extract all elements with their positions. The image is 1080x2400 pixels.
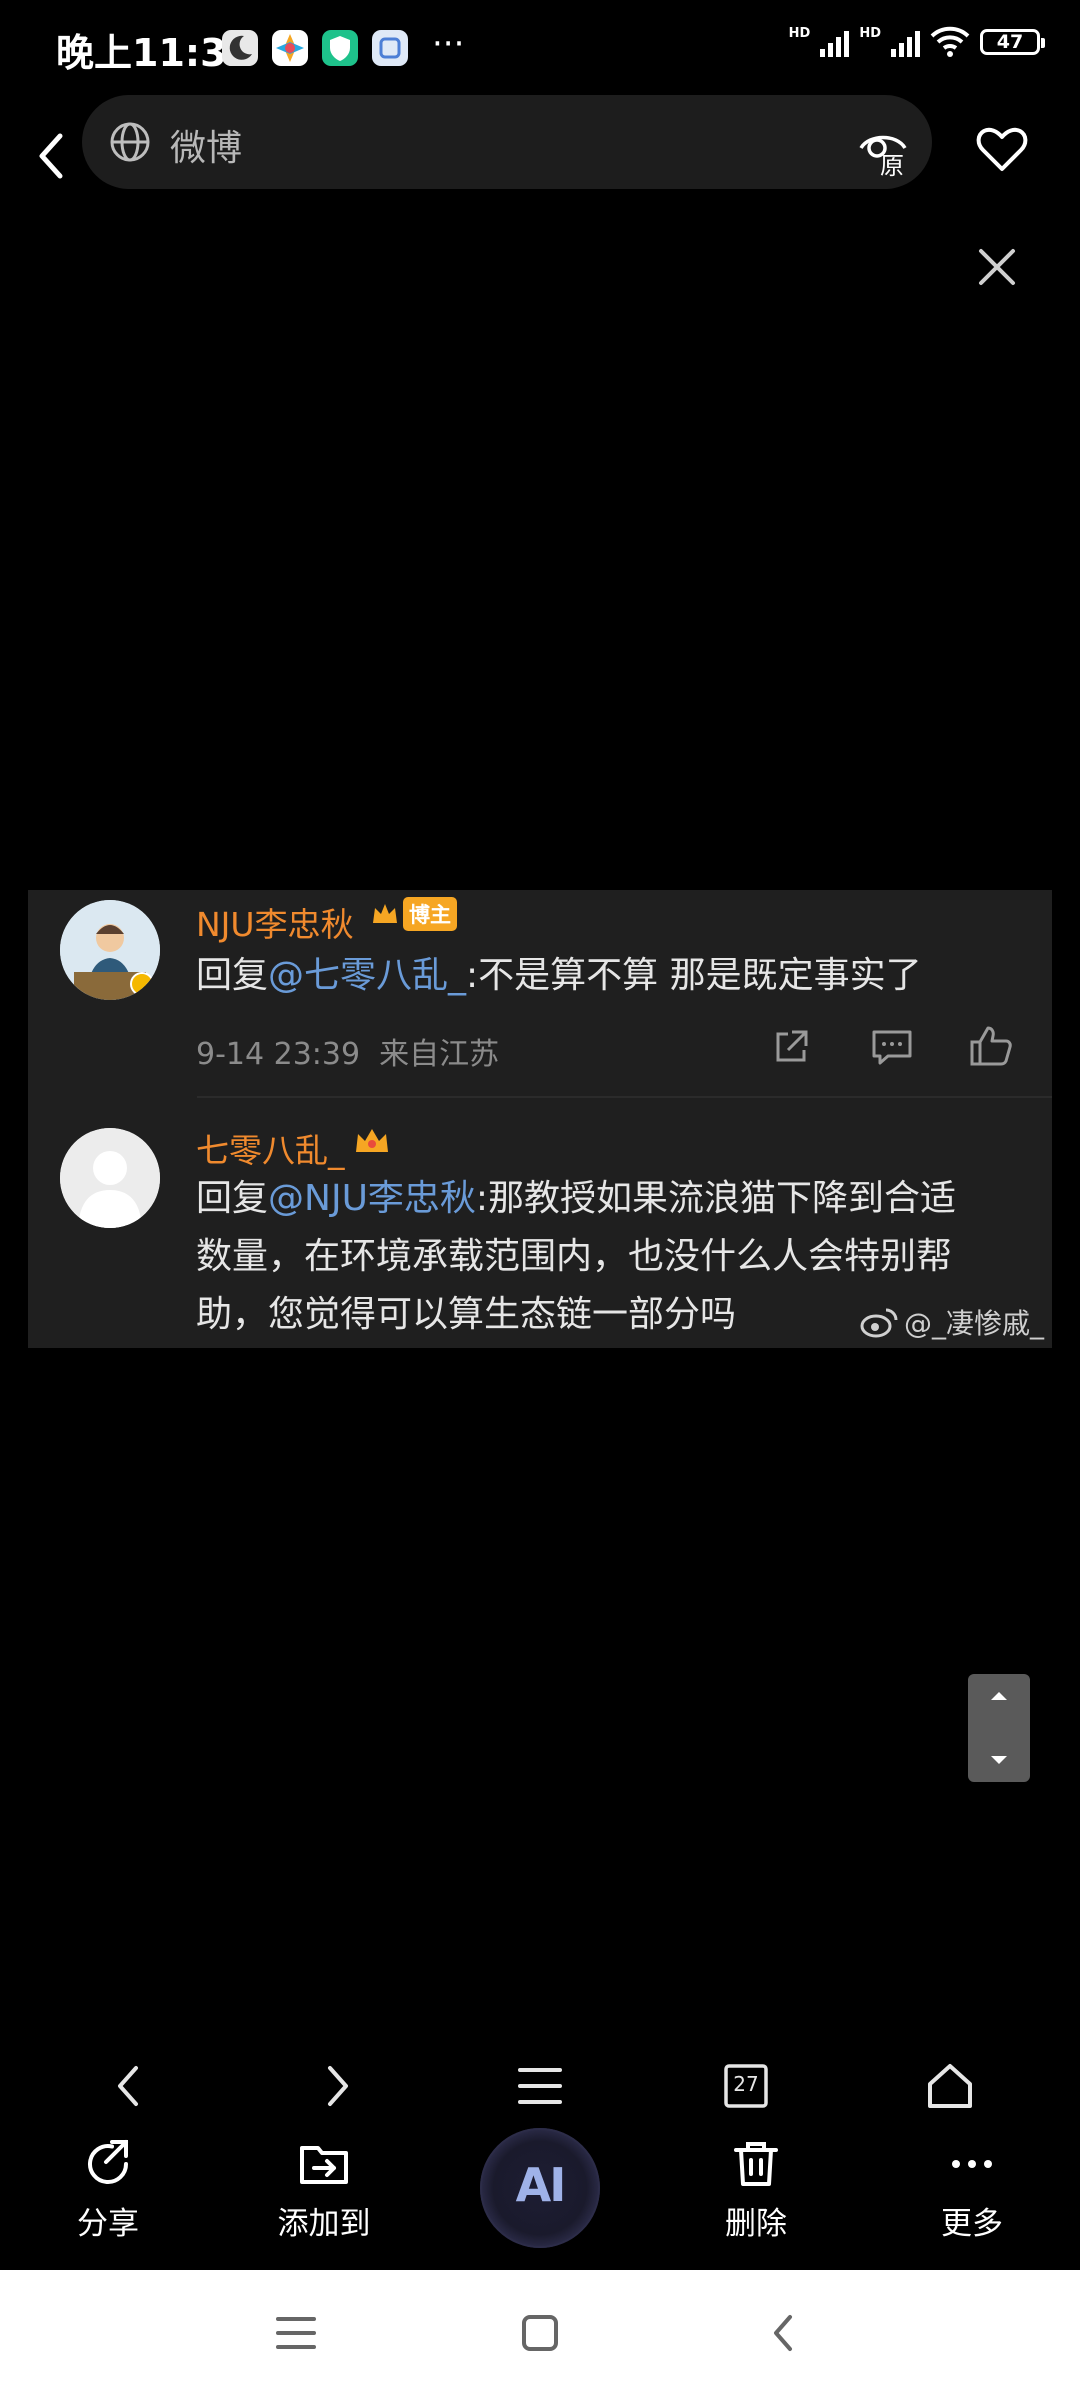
more-icon [946, 2138, 998, 2190]
photos-app-icon [272, 30, 308, 66]
back-button[interactable] [30, 128, 74, 184]
globe-icon [108, 120, 152, 164]
crown-icon [373, 904, 397, 923]
share-button[interactable]: 分享 [28, 2138, 188, 2248]
comment-username[interactable]: NJU李忠秋 [196, 898, 354, 946]
share-comment-icon [770, 1026, 812, 1072]
comment-text: 回复@七零八乱_:不是算不算 那是既定事实了 [196, 947, 922, 1005]
share-icon [82, 2138, 134, 2190]
comment-icon [870, 1026, 914, 1072]
forward-nav-button[interactable] [310, 2058, 366, 2114]
back-arrow-icon [774, 2315, 792, 2351]
chevron-left-icon [39, 133, 63, 179]
chevron-left-icon [118, 2066, 138, 2106]
comment-meta: 9-14 23:39 来自江苏 [196, 1029, 499, 1073]
home-icon [928, 2064, 972, 2108]
delete-label: 删除 [725, 2206, 787, 2242]
comment-location: 来自江苏 [379, 1037, 500, 1072]
like-icon [968, 1024, 1014, 1072]
add-to-button[interactable]: 添加到 [244, 2138, 404, 2248]
signal-2-icon [891, 27, 920, 57]
square-home-icon [522, 2315, 558, 2351]
network-type-label: HD [788, 26, 811, 41]
comment-line-2: 数量，在环境承载范围内，也没什么人会特别帮 [196, 1236, 953, 1277]
add-to-folder-icon [298, 2138, 350, 2190]
signal-1-icon [820, 27, 850, 57]
more-notifications-icon: ··· [432, 24, 465, 64]
back-system-button[interactable] [758, 2307, 810, 2363]
app-icon [372, 30, 408, 66]
avatar [60, 900, 160, 1000]
comment-timestamp: 9-14 23:39 [196, 1037, 361, 1072]
scroll-pager[interactable] [968, 1674, 1030, 1782]
original-image-label: 原 [880, 152, 904, 180]
system-navigation-bar [0, 2270, 1080, 2400]
mention-link[interactable]: @NJU李忠秋 [268, 1178, 476, 1219]
close-button[interactable] [975, 245, 1019, 289]
blogger-badge: 博主 [370, 897, 457, 931]
blogger-badge-label: 博主 [403, 897, 457, 931]
ai-assistant-label: AI [515, 2158, 567, 2212]
trash-icon [730, 2138, 782, 2190]
menu-icon [518, 2068, 562, 2104]
battery-icon: 47 [980, 29, 1045, 55]
wifi-icon [930, 26, 970, 57]
recent-apps-button[interactable] [270, 2307, 322, 2363]
page-up-icon[interactable] [991, 1692, 1007, 1700]
add-to-label: 添加到 [277, 2206, 371, 2242]
comment-divider [197, 1096, 1052, 1098]
page-down-icon[interactable] [991, 1756, 1007, 1764]
moon-app-icon [222, 30, 258, 66]
mention-link[interactable]: @七零八乱_ [268, 955, 466, 996]
comment-body: :不是算不算 那是既定事实了 [466, 955, 922, 996]
more-label: 更多 [941, 2206, 1003, 2242]
crown-icon [352, 1124, 392, 1162]
share-label: 分享 [77, 2206, 139, 2242]
comment-username[interactable]: 七零八乱_ [196, 1124, 345, 1172]
comment-line-3: 助，您觉得可以算生态链一部分吗 [196, 1294, 737, 1335]
comment-body: :那教授如果流浪猫下降到合适 [475, 1178, 957, 1219]
close-icon [979, 249, 1015, 285]
menu-button[interactable] [512, 2058, 568, 2114]
recents-menu-icon [276, 2317, 316, 2349]
weibo-watermark: @_凄惨戚_ [860, 1302, 1044, 1342]
security-app-icon [322, 30, 358, 66]
home-system-button[interactable] [514, 2307, 566, 2363]
delete-button[interactable]: 删除 [676, 2138, 836, 2248]
address-bar-text[interactable]: 微博 [170, 119, 242, 171]
home-button[interactable] [922, 2058, 978, 2114]
comment-line-1: 回复@NJU李忠秋:那教授如果流浪猫下降到合适 [196, 1170, 956, 1228]
avatar [60, 1128, 160, 1228]
status-indicators: HD HD 47 [788, 26, 1045, 58]
tabs-count: 27 [733, 2072, 759, 2096]
favorite-button[interactable] [975, 125, 1029, 175]
watermark-text: @_凄惨戚_ [904, 1307, 1045, 1340]
more-button[interactable]: 更多 [892, 2138, 1052, 2248]
comment-text: 回复@NJU李忠秋:那教授如果流浪猫下降到合适 数量，在环境承载范围内，也没什么… [196, 1170, 956, 1344]
tabs-button[interactable]: 27 [718, 2058, 774, 2114]
battery-level: 47 [996, 31, 1024, 53]
heart-icon [976, 127, 1028, 171]
reply-prefix: 回复 [196, 955, 269, 996]
weibo-logo-icon [860, 1308, 898, 1338]
reply-prefix: 回复 [196, 1178, 269, 1219]
back-nav-button[interactable] [100, 2058, 156, 2114]
network-type-label: HD [859, 26, 881, 41]
chevron-right-icon [328, 2066, 348, 2106]
